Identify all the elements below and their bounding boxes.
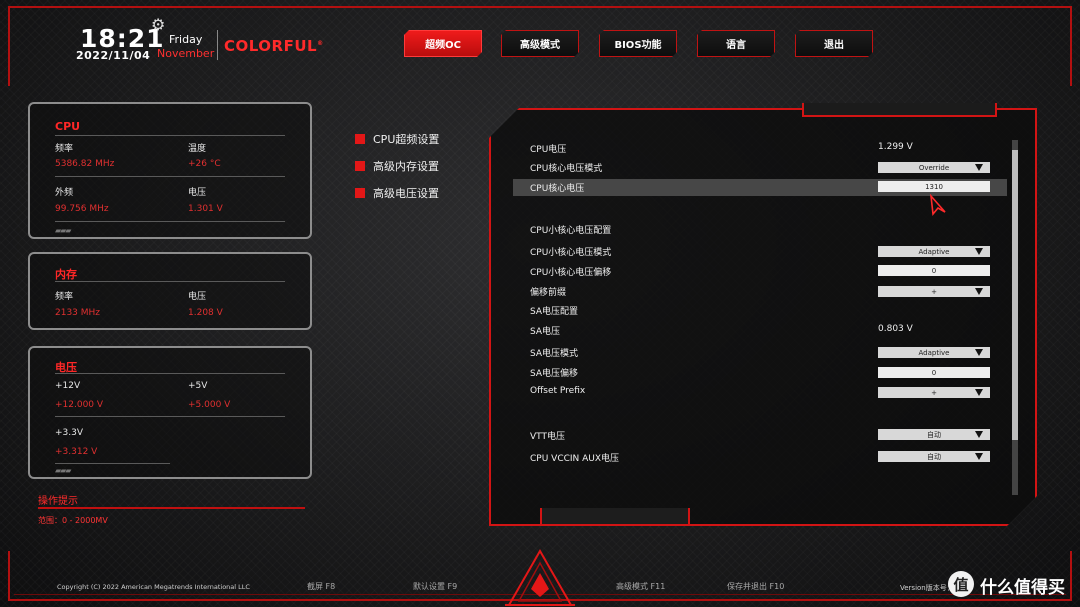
settings-panel-tab: [540, 508, 690, 526]
divider: [55, 416, 285, 417]
footer-key-advanced[interactable]: 高级模式 F11: [616, 581, 665, 592]
clock-date: 2022/11/04: [76, 49, 151, 62]
cpu-temp-label: 温度: [188, 144, 207, 154]
setting-label: Offset Prefix: [530, 386, 586, 396]
month: November: [157, 47, 215, 60]
header-divider: [217, 30, 218, 60]
menu-bullet: [355, 134, 365, 144]
cpu-volt-value: 1.301 V: [188, 204, 223, 214]
v12-label: +12V: [55, 381, 81, 391]
divider: [55, 176, 285, 177]
sa-voltage-mode-select[interactable]: Adaptive: [878, 347, 990, 358]
mem-freq-value: 2133 MHz: [55, 308, 101, 318]
v33-label: +3.3V: [55, 428, 84, 438]
tab-language[interactable]: 语言: [697, 30, 775, 57]
cpu-freq-label: 频率: [55, 144, 74, 154]
cpu-ext-value: 99.756 MHz: [55, 204, 109, 214]
v33-value: +3.312 V: [55, 447, 98, 457]
cpu-panel: CPU 频率 5386.82 MHz 温度 +26 °C 外频 99.756 M…: [28, 102, 312, 239]
offset-prefix-select[interactable]: +: [878, 286, 990, 297]
setting-label: CPU小核心电压偏移: [530, 268, 612, 278]
cpu-ext-label: 外频: [55, 188, 74, 198]
setting-label: 偏移前缀: [530, 288, 567, 298]
setting-label: SA电压: [530, 327, 561, 337]
divider: [55, 373, 285, 374]
vccin-aux-voltage-select[interactable]: 自动: [878, 451, 990, 462]
mem-freq-label: 频率: [55, 292, 74, 302]
ecore-voltage-mode-select[interactable]: Adaptive: [878, 246, 990, 257]
setting-label: VTT电压: [530, 432, 565, 442]
mem-volt-label: 电压: [188, 292, 207, 302]
sa-voltage-offset-input[interactable]: 0: [878, 367, 990, 378]
setting-label: CPU小核心电压模式: [530, 248, 612, 258]
tab-bios-features[interactable]: BIOS功能: [599, 30, 677, 57]
setting-label: CPU核心电压: [530, 184, 585, 194]
cpu-volt-label: 电压: [188, 188, 207, 198]
gear-icon[interactable]: ⚙: [151, 15, 165, 34]
settings-scrollbar-thumb[interactable]: [1012, 150, 1018, 440]
panel-deco: ▰▰▰: [55, 466, 72, 475]
hint-divider: [38, 507, 305, 509]
setting-label: CPU小核心电压配置: [530, 226, 612, 236]
setting-label: SA电压配置: [530, 307, 579, 317]
colorful-emblem-icon: [505, 548, 575, 606]
hint-text: 范围：0 - 2000MV: [38, 516, 108, 525]
memory-panel: 内存 频率 2133 MHz 电压 1.208 V: [28, 252, 312, 330]
voltage-panel: 电压 +12V +12.000 V +5V +5.000 V +3.3V +3.…: [28, 346, 312, 479]
settings-panel-notch: [802, 103, 997, 117]
vtt-voltage-select[interactable]: 自动: [878, 429, 990, 440]
divider: [55, 281, 285, 282]
setting-label: SA电压模式: [530, 349, 579, 359]
v12-value: +12.000 V: [55, 400, 104, 410]
footer-key-screenshot[interactable]: 截屏 F8: [307, 581, 335, 592]
tab-oc[interactable]: 超频OC: [404, 30, 482, 57]
footer-key-defaults[interactable]: 默认设置 F9: [413, 581, 457, 592]
menu-memory[interactable]: 高级内存设置: [355, 159, 439, 173]
cpu-core-voltage-mode-select[interactable]: Override: [878, 162, 990, 173]
version-label: Version版本号：: [900, 584, 954, 592]
setting-label: SA电压偏移: [530, 369, 579, 379]
v5-value: +5.000 V: [188, 400, 231, 410]
setting-value: 1.299 V: [878, 142, 913, 152]
menu-bullet: [355, 161, 365, 171]
cpu-core-voltage-input[interactable]: 1310: [878, 181, 990, 192]
tab-advanced-mode[interactable]: 高级模式: [501, 30, 579, 57]
brand-logo: COLORFUL®: [224, 37, 324, 55]
menu-bullet: [355, 188, 365, 198]
setting-value: 0.803 V: [878, 324, 913, 334]
divider: [55, 221, 285, 222]
divider: [55, 463, 170, 464]
divider: [55, 135, 285, 136]
mouse-cursor-icon: [929, 194, 946, 216]
hint-title: 操作提示: [38, 496, 78, 507]
panel-deco: ▰▰▰: [55, 226, 72, 235]
setting-label: CPU电压: [530, 145, 567, 155]
watermark-badge: 值: [948, 571, 974, 597]
ecore-voltage-offset-input[interactable]: 0: [878, 265, 990, 276]
v5-label: +5V: [188, 381, 208, 391]
copyright: Copyright (C) 2022 American Megatrends I…: [57, 583, 250, 591]
cpu-temp-value: +26 °C: [188, 159, 221, 169]
memory-panel-title: 内存: [55, 268, 77, 281]
cpu-freq-value: 5386.82 MHz: [55, 159, 115, 169]
tab-exit[interactable]: 退出: [795, 30, 873, 57]
menu-cpu-oc[interactable]: CPU超频设置: [355, 132, 439, 146]
mem-volt-value: 1.208 V: [188, 308, 223, 318]
sa-offset-prefix-select[interactable]: +: [878, 387, 990, 398]
weekday: Friday: [169, 33, 203, 46]
watermark-text: 什么值得买: [980, 578, 1065, 598]
cpu-panel-title: CPU: [55, 120, 81, 133]
setting-label: CPU核心电压模式: [530, 164, 603, 174]
setting-label: CPU VCCIN AUX电压: [530, 454, 620, 464]
footer-key-save-exit[interactable]: 保存并退出 F10: [727, 581, 784, 592]
menu-voltage[interactable]: 高级电压设置: [355, 186, 439, 200]
